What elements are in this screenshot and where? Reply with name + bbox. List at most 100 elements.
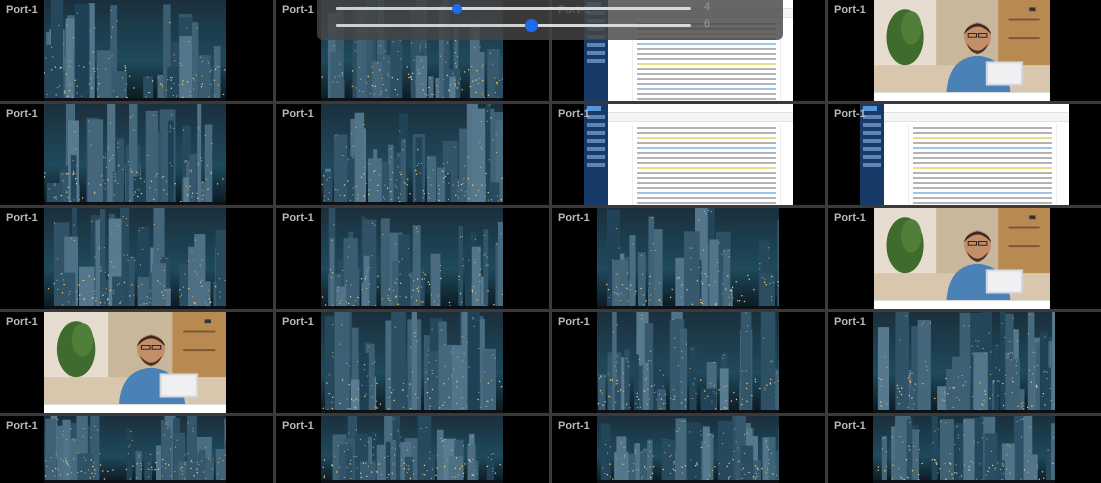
document-text-line: [913, 142, 1052, 144]
grid-cell[interactable]: Port-1: [552, 104, 825, 205]
document-text-line: [913, 157, 1052, 159]
port-label: Port-1: [6, 212, 38, 224]
slider-fill: [336, 24, 532, 27]
grid-cell[interactable]: Port-1: [276, 312, 549, 413]
sidebar-menu-item: [587, 147, 605, 151]
sidebar-menu-item: [587, 131, 605, 135]
document-text-line: [637, 197, 776, 199]
document-text-line: [913, 127, 1052, 129]
grid-cell[interactable]: Port-1: [276, 416, 549, 483]
document-text-line: [637, 167, 776, 169]
sidebar-menu-item: [587, 43, 605, 47]
sidebar-menu-item: [587, 51, 605, 55]
grid-cell[interactable]: Port-1: [276, 208, 549, 309]
document-text-line: [637, 157, 776, 159]
doc-title-bar: [884, 104, 1069, 113]
port-label: Port-1: [282, 212, 314, 224]
city-thumbnail: [44, 416, 226, 483]
sidebar-menu-item: [587, 59, 605, 63]
document-text-line: [637, 127, 776, 129]
document-text-line: [913, 152, 1052, 154]
city-thumbnail: [321, 104, 503, 205]
document-text-line: [637, 88, 776, 90]
portrait-thumbnail: [874, 208, 1050, 309]
document-text-line: [637, 187, 776, 189]
document-text-line: [913, 137, 1052, 139]
portrait-thumbnail: [874, 0, 1050, 101]
grid-cell[interactable]: Port-1: [552, 312, 825, 413]
city-thumbnail: [321, 312, 503, 413]
port-label: Port-1: [6, 316, 38, 328]
grid-cell[interactable]: Port-1: [552, 416, 825, 483]
slider-value: 6: [704, 18, 711, 30]
city-thumbnail: [597, 312, 779, 413]
sidebar-menu-item: [587, 163, 605, 167]
sidebar-menu-item: [587, 139, 605, 143]
city-thumbnail: [597, 208, 779, 309]
slider-track[interactable]: [336, 4, 691, 14]
grid-cell[interactable]: Port-1: [0, 208, 273, 309]
document-text-line: [637, 98, 776, 100]
grid-cell[interactable]: Port-1: [0, 104, 273, 205]
document-thumbnail: [860, 104, 1069, 205]
grid-cell[interactable]: Port-1: [552, 208, 825, 309]
document-text-line: [913, 132, 1052, 134]
document-text-line: [637, 162, 776, 164]
slider-thumb[interactable]: [525, 19, 539, 32]
document-thumbnail: [584, 104, 793, 205]
port-label: Port-1: [6, 108, 38, 120]
city-thumbnail: [44, 104, 226, 205]
document-text-line: [637, 172, 776, 174]
port-label: Port-1: [834, 108, 866, 120]
document-text-line: [637, 147, 776, 149]
port-label: Port-1: [282, 4, 314, 16]
port-label: Port-1: [834, 212, 866, 224]
document-text-line: [637, 63, 776, 65]
sidebar-menu-item: [863, 123, 881, 127]
sidebar-menu-item: [863, 147, 881, 151]
document-text-line: [637, 48, 776, 50]
document-text-line: [637, 83, 776, 85]
doc-page: [632, 124, 781, 205]
city-thumbnail: [44, 0, 226, 101]
video-wall-grid: Port-1 Port-1 Port-1 Port-1 Port-1 Port-…: [0, 0, 1101, 483]
document-text-line: [637, 192, 776, 194]
doc-title-bar: [608, 104, 793, 113]
portrait-thumbnail: [44, 312, 226, 413]
grid-cell[interactable]: Port-1: [828, 104, 1101, 205]
port-label: Port-1: [282, 108, 314, 120]
document-text-line: [913, 177, 1052, 179]
port-label: Port-1: [834, 316, 866, 328]
caption-bar: [44, 404, 226, 413]
document-text-line: [913, 167, 1052, 169]
sidebar-menu-item: [863, 131, 881, 135]
grid-cell[interactable]: Port-1: [828, 416, 1101, 483]
document-text-line: [637, 78, 776, 80]
document-text-line: [637, 132, 776, 134]
grid-cell[interactable]: Port-1: [0, 416, 273, 483]
document-text-line: [913, 202, 1052, 204]
grid-cell[interactable]: Port-1: [0, 312, 273, 413]
grid-cell[interactable]: Port-1: [828, 312, 1101, 413]
document-text-line: [913, 197, 1052, 199]
document-editor-screen: [584, 104, 793, 205]
sidebar-menu-item: [863, 163, 881, 167]
slider-panel[interactable]: 4 6: [317, 0, 783, 40]
port-label: Port-1: [558, 108, 590, 120]
document-text-line: [637, 202, 776, 204]
document-text-line: [913, 162, 1052, 164]
grid-cell[interactable]: Port-1: [0, 0, 273, 101]
grid-cell[interactable]: Port-1: [828, 0, 1101, 101]
slider-track[interactable]: [336, 19, 691, 32]
grid-cell[interactable]: Port-1: [828, 208, 1101, 309]
port-label: Port-1: [282, 316, 314, 328]
document-text-line: [913, 182, 1052, 184]
slider-thumb[interactable]: [451, 4, 462, 14]
city-thumbnail: [873, 312, 1055, 413]
port-label: Port-1: [282, 420, 314, 432]
grid-cell[interactable]: Port-1: [276, 104, 549, 205]
document-editor-screen: [860, 104, 1069, 205]
slider-row-1[interactable]: 4: [336, 1, 776, 15]
port-label: Port-1: [834, 420, 866, 432]
slider-row-2[interactable]: 6: [336, 18, 776, 32]
